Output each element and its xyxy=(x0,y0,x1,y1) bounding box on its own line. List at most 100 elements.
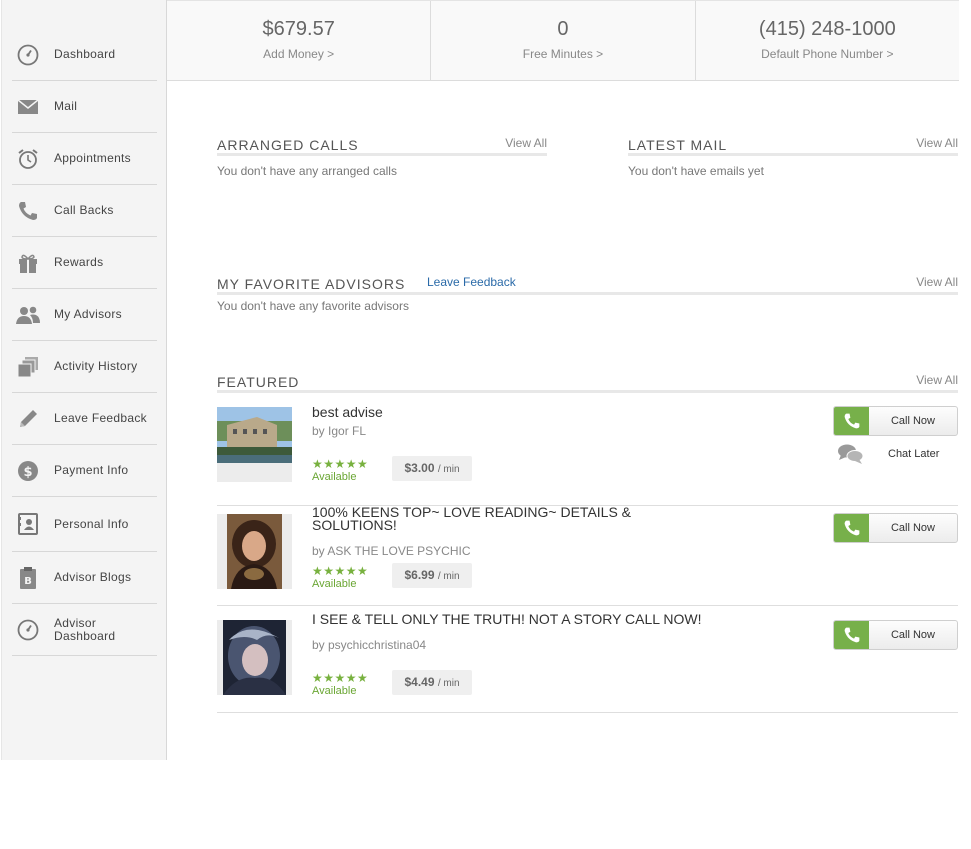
featured-advisor-row: I SEE & TELL ONLY THE TRUTH! NOT A STORY… xyxy=(217,606,958,713)
phone-icon xyxy=(834,621,869,649)
sidebar-item-label: Rewards xyxy=(54,255,104,269)
advisor-photo[interactable] xyxy=(217,514,292,589)
chat-later-button[interactable]: Chat Later xyxy=(833,443,958,467)
pencil-icon xyxy=(16,407,40,431)
account-stats-bar: $679.57 Add Money > 0 Free Minutes > (41… xyxy=(167,0,959,81)
sidebar-item-label: Appointments xyxy=(54,151,131,165)
view-all-link[interactable]: View All xyxy=(916,136,958,150)
advisor-listing-title[interactable]: 100% KEENS TOP~ LOVE READING~ DETAILS & … xyxy=(312,505,672,532)
sidebar-item-label: Call Backs xyxy=(54,203,114,217)
sidebar-item-label: Personal Info xyxy=(54,516,129,531)
sidebar-item-advisor-blogs[interactable]: B Advisor Blogs xyxy=(12,552,157,604)
sidebar-item-personal-info[interactable]: Personal Info xyxy=(12,497,157,552)
advisor-listing-title[interactable]: I SEE & TELL ONLY THE TRUTH! NOT A STORY… xyxy=(312,612,732,626)
empty-message: You don't have any arranged calls xyxy=(217,164,397,178)
arranged-calls-section: ARRANGED CALLS View All You don't have a… xyxy=(217,136,547,178)
price-unit: / min xyxy=(437,678,460,689)
advisor-name[interactable]: by psychicchristina04 xyxy=(312,638,426,652)
sidebar-item-my-advisors[interactable]: My Advisors xyxy=(12,289,157,341)
sidebar-item-label: My Advisors xyxy=(54,307,122,321)
view-all-link[interactable]: View All xyxy=(916,373,958,387)
sidebar-item-leave-feedback[interactable]: Leave Feedback xyxy=(12,393,157,445)
advisor-listing-title[interactable]: best advise xyxy=(312,405,672,419)
sidebar-item-payment-info[interactable]: $ Payment Info xyxy=(12,445,157,497)
alarm-clock-icon xyxy=(16,147,40,171)
free-minutes-link[interactable]: Free Minutes > xyxy=(431,47,694,61)
balance-value: $679.57 xyxy=(262,18,335,40)
phone-number-value: (415) 248-1000 xyxy=(758,18,896,40)
advisor-photo[interactable] xyxy=(217,407,292,482)
call-now-label: Call Now xyxy=(890,415,935,427)
sidebar-item-mail[interactable]: Mail xyxy=(12,81,157,133)
favorite-advisors-section: MY FAVORITE ADVISORS Leave Feedback View… xyxy=(217,275,958,313)
latest-mail-section: LATEST MAIL View All You don't have emai… xyxy=(628,136,958,178)
sidebar-item-rewards[interactable]: Rewards xyxy=(12,237,157,289)
view-all-link[interactable]: View All xyxy=(916,275,958,289)
sidebar-item-label: Dashboard xyxy=(54,47,116,61)
price-value: $4.49 xyxy=(404,675,435,689)
availability-status: Available xyxy=(312,578,357,590)
dollar-icon: $ xyxy=(16,459,40,483)
add-money-link[interactable]: Add Money > xyxy=(167,47,430,61)
sidebar-item-call-backs[interactable]: Call Backs xyxy=(12,185,157,237)
free-minutes-stat[interactable]: 0 Free Minutes > xyxy=(431,1,696,80)
gauge-icon xyxy=(16,618,40,642)
sidebar-item-advisor-dashboard[interactable]: Advisor Dashboard xyxy=(12,604,157,656)
availability-status: Available xyxy=(312,471,357,483)
call-now-button[interactable]: Call Now xyxy=(833,513,958,543)
availability-status: Available xyxy=(312,685,357,697)
view-all-link[interactable]: View All xyxy=(505,136,547,150)
section-title: LATEST MAIL xyxy=(628,137,728,153)
section-title: FEATURED xyxy=(217,374,300,390)
rating-stars: ★★★★★ xyxy=(312,671,369,685)
call-now-button[interactable]: Call Now xyxy=(833,620,958,650)
advisor-name[interactable]: by Igor FL xyxy=(312,424,366,438)
rating-stars: ★★★★★ xyxy=(312,564,369,578)
advisor-name[interactable]: by ASK THE LOVE PSYCHIC xyxy=(312,544,471,558)
gauge-icon xyxy=(16,43,40,67)
free-minutes-value: 0 xyxy=(557,18,569,40)
chat-bubbles-icon xyxy=(837,443,865,468)
price-badge: $6.99 / min xyxy=(392,563,472,588)
svg-text:B: B xyxy=(24,576,32,587)
clipboard-icon: B xyxy=(16,566,40,590)
section-title: MY FAVORITE ADVISORS xyxy=(217,276,406,292)
sidebar-item-label: Activity History xyxy=(54,359,138,373)
price-unit: / min xyxy=(437,464,460,475)
advisor-photo[interactable] xyxy=(217,620,292,695)
sidebar-item-dashboard[interactable]: Dashboard xyxy=(12,29,157,81)
phone-icon xyxy=(16,199,40,223)
chat-later-label: Chat Later xyxy=(888,448,940,460)
call-now-label: Call Now xyxy=(890,629,935,641)
rating-stars: ★★★★★ xyxy=(312,457,369,471)
phone-icon xyxy=(834,407,869,435)
envelope-icon xyxy=(16,95,40,119)
people-icon xyxy=(16,303,40,327)
sidebar-item-label: Leave Feedback xyxy=(54,411,147,425)
balance-stat[interactable]: $679.57 Add Money > xyxy=(167,1,432,80)
call-now-button[interactable]: Call Now xyxy=(833,406,958,436)
featured-advisor-row: best advise by Igor FL ★★★★★ Available $… xyxy=(217,399,958,506)
sidebar-item-label: Advisor Dashboard xyxy=(54,615,116,643)
call-now-label: Call Now xyxy=(890,522,935,534)
phone-icon xyxy=(834,514,869,542)
default-phone-link[interactable]: Default Phone Number > xyxy=(696,47,959,61)
featured-advisor-row: 100% KEENS TOP~ LOVE READING~ DETAILS & … xyxy=(217,499,958,606)
leave-feedback-link[interactable]: Leave Feedback xyxy=(427,275,516,289)
sidebar: Dashboard Mail Appointments Call Backs R… xyxy=(1,0,167,760)
price-value: $6.99 xyxy=(404,568,435,582)
sidebar-item-label: Mail xyxy=(54,99,78,113)
gift-icon xyxy=(16,251,40,275)
stack-icon xyxy=(16,355,40,379)
price-badge: $3.00 / min xyxy=(392,456,472,481)
sidebar-item-label: Payment Info xyxy=(54,463,129,477)
price-badge: $4.49 / min xyxy=(392,670,472,695)
sidebar-item-activity-history[interactable]: Activity History xyxy=(12,341,157,393)
sidebar-item-appointments[interactable]: Appointments xyxy=(12,133,157,185)
price-unit: / min xyxy=(437,571,460,582)
section-title: ARRANGED CALLS xyxy=(217,137,359,153)
id-card-icon xyxy=(16,512,40,536)
empty-message: You don't have emails yet xyxy=(628,164,764,178)
empty-message: You don't have any favorite advisors xyxy=(217,299,409,313)
phone-number-stat[interactable]: (415) 248-1000 Default Phone Number > xyxy=(696,1,959,80)
